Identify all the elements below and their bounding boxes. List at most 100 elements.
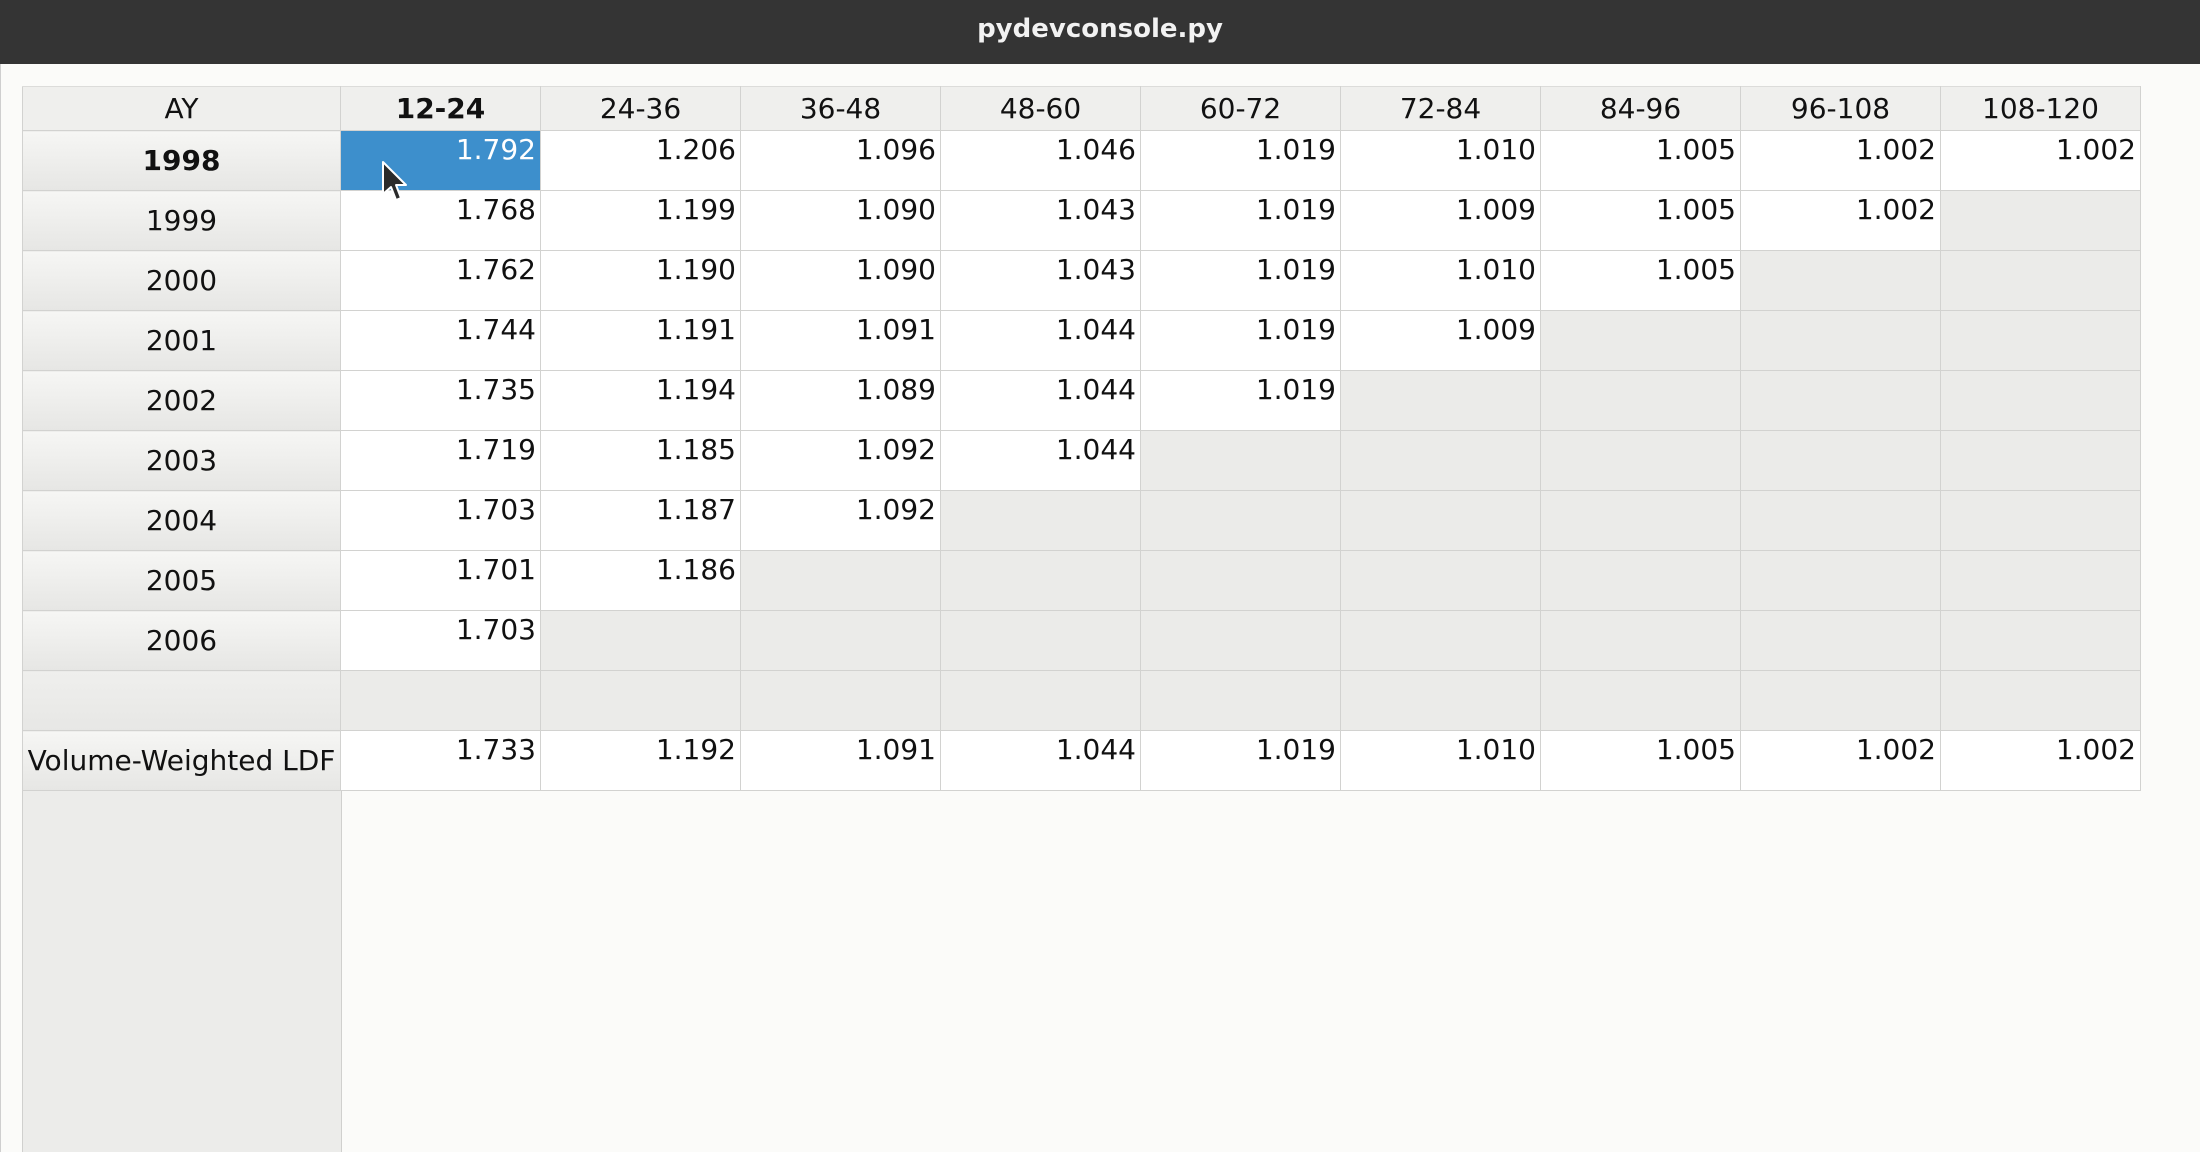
table-cell[interactable]: 1.091 <box>740 730 941 791</box>
table-cell[interactable] <box>1140 670 1341 731</box>
row-header[interactable] <box>22 670 341 731</box>
table-cell[interactable] <box>1340 670 1541 731</box>
table-cell[interactable]: 1.009 <box>1340 190 1541 251</box>
table-cell[interactable]: 1.185 <box>540 430 741 491</box>
row-header[interactable]: Volume-Weighted LDF <box>22 730 341 791</box>
table-cell[interactable]: 1.043 <box>940 250 1141 311</box>
table-cell[interactable]: 1.019 <box>1140 250 1341 311</box>
table-cell[interactable] <box>1140 550 1341 611</box>
table-cell[interactable]: 1.194 <box>540 370 741 431</box>
table-cell[interactable] <box>940 490 1141 551</box>
row-header[interactable]: 2001 <box>22 310 341 371</box>
table-cell[interactable] <box>1940 310 2141 371</box>
table-cell[interactable] <box>540 670 741 731</box>
column-header[interactable]: 24-36 <box>540 86 741 131</box>
table-cell[interactable]: 1.719 <box>340 430 541 491</box>
table-cell[interactable] <box>1340 370 1541 431</box>
table-cell[interactable] <box>940 550 1141 611</box>
table-cell[interactable]: 1.046 <box>940 130 1141 191</box>
table-cell[interactable]: 1.090 <box>740 250 941 311</box>
table-cell[interactable]: 1.733 <box>340 730 541 791</box>
column-header[interactable]: 72-84 <box>1340 86 1541 131</box>
table-cell[interactable]: 1.089 <box>740 370 941 431</box>
row-header[interactable]: 2003 <box>22 430 341 491</box>
table-cell[interactable]: 1.010 <box>1340 730 1541 791</box>
table-cell[interactable]: 1.010 <box>1340 250 1541 311</box>
table-cell[interactable]: 1.005 <box>1540 130 1741 191</box>
table-cell[interactable] <box>1740 250 1941 311</box>
table-cell[interactable] <box>1740 370 1941 431</box>
table-cell[interactable]: 1.092 <box>740 430 941 491</box>
table-cell[interactable]: 1.002 <box>1940 730 2141 791</box>
column-header[interactable]: 84-96 <box>1540 86 1741 131</box>
table-cell[interactable]: 1.090 <box>740 190 941 251</box>
table-cell[interactable] <box>1340 430 1541 491</box>
table-cell[interactable]: 1.199 <box>540 190 741 251</box>
table-cell[interactable] <box>1140 490 1341 551</box>
table-cell[interactable]: 1.002 <box>1740 190 1941 251</box>
table-cell[interactable]: 1.206 <box>540 130 741 191</box>
table-cell[interactable]: 1.703 <box>340 610 541 671</box>
table-cell[interactable]: 1.762 <box>340 250 541 311</box>
corner-header[interactable]: AY <box>22 86 341 131</box>
column-header[interactable]: 36-48 <box>740 86 941 131</box>
table-cell[interactable]: 1.044 <box>940 310 1141 371</box>
table-cell[interactable] <box>1940 190 2141 251</box>
table-cell[interactable] <box>740 670 941 731</box>
table-cell[interactable]: 1.187 <box>540 490 741 551</box>
table-cell[interactable]: 1.002 <box>1740 730 1941 791</box>
table-cell[interactable]: 1.191 <box>540 310 741 371</box>
table-cell[interactable]: 1.002 <box>1940 130 2141 191</box>
table-cell[interactable]: 1.044 <box>940 430 1141 491</box>
table-cell[interactable] <box>1740 490 1941 551</box>
row-header[interactable]: 2002 <box>22 370 341 431</box>
table-cell[interactable]: 1.092 <box>740 490 941 551</box>
table-cell[interactable]: 1.019 <box>1140 190 1341 251</box>
row-header[interactable]: 1998 <box>22 130 341 191</box>
table-cell[interactable]: 1.192 <box>540 730 741 791</box>
table-cell[interactable] <box>1940 250 2141 311</box>
table-cell[interactable] <box>1940 430 2141 491</box>
table-cell[interactable] <box>1940 610 2141 671</box>
table-cell[interactable] <box>340 670 541 731</box>
table-cell[interactable]: 1.005 <box>1540 730 1741 791</box>
column-header[interactable]: 60-72 <box>1140 86 1341 131</box>
column-header[interactable]: 108-120 <box>1940 86 2141 131</box>
table-cell[interactable] <box>1940 670 2141 731</box>
table-cell[interactable]: 1.768 <box>340 190 541 251</box>
table-cell[interactable]: 1.009 <box>1340 310 1541 371</box>
table-cell[interactable] <box>740 550 941 611</box>
column-header[interactable]: 48-60 <box>940 86 1141 131</box>
table-cell[interactable]: 1.701 <box>340 550 541 611</box>
table-cell[interactable]: 1.792 <box>340 130 541 191</box>
table-cell[interactable] <box>1740 430 1941 491</box>
table-cell[interactable] <box>1340 610 1541 671</box>
table-cell[interactable]: 1.096 <box>740 130 941 191</box>
table-cell[interactable] <box>1540 310 1741 371</box>
table-cell[interactable]: 1.744 <box>340 310 541 371</box>
row-header[interactable]: 2005 <box>22 550 341 611</box>
column-header[interactable]: 96-108 <box>1740 86 1941 131</box>
table-cell[interactable] <box>1940 370 2141 431</box>
table-cell[interactable] <box>1540 370 1741 431</box>
table-cell[interactable] <box>1940 550 2141 611</box>
table-cell[interactable] <box>1540 610 1741 671</box>
table-cell[interactable]: 1.019 <box>1140 730 1341 791</box>
table-cell[interactable] <box>1540 670 1741 731</box>
table-cell[interactable]: 1.005 <box>1540 250 1741 311</box>
table-cell[interactable] <box>1740 670 1941 731</box>
table-cell[interactable] <box>1740 610 1941 671</box>
table-cell[interactable]: 1.044 <box>940 730 1141 791</box>
table-cell[interactable]: 1.043 <box>940 190 1141 251</box>
table-cell[interactable]: 1.190 <box>540 250 741 311</box>
table-cell[interactable] <box>940 610 1141 671</box>
table-cell[interactable] <box>1540 490 1741 551</box>
table-cell[interactable] <box>740 610 941 671</box>
row-header[interactable]: 1999 <box>22 190 341 251</box>
table-cell[interactable] <box>1740 550 1941 611</box>
row-header[interactable]: 2000 <box>22 250 341 311</box>
table-cell[interactable]: 1.019 <box>1140 130 1341 191</box>
table-cell[interactable] <box>1340 490 1541 551</box>
table-cell[interactable] <box>1540 550 1741 611</box>
table-cell[interactable] <box>540 610 741 671</box>
